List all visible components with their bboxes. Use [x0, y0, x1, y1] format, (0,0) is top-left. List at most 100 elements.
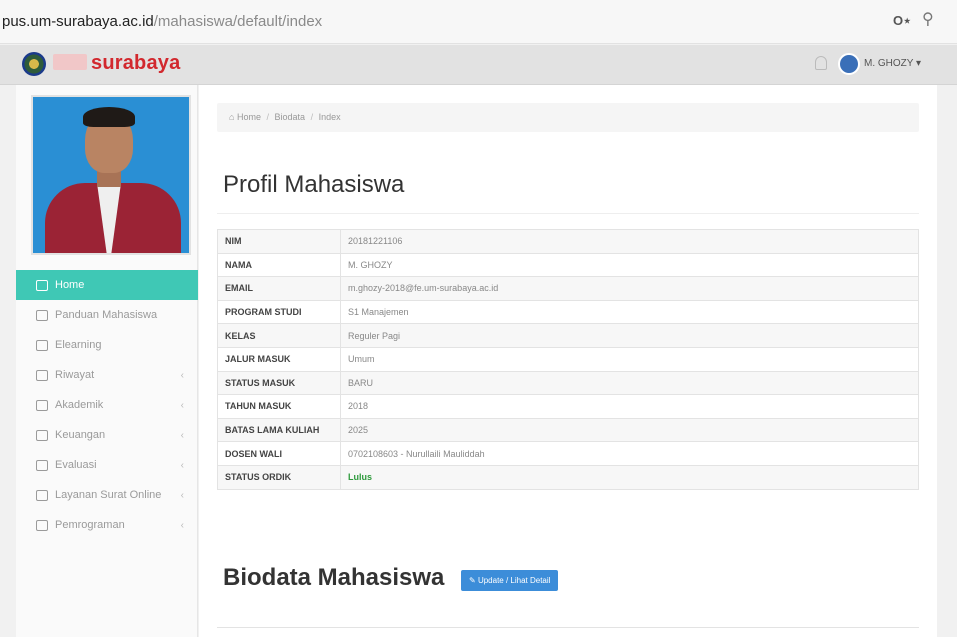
breadcrumb: ⌂ Home / Biodata / Index	[217, 103, 919, 132]
sidebar: Home Panduan Mahasiswa Elearning Riwayat…	[16, 85, 198, 637]
zoom-icon[interactable]: ⚲	[922, 9, 934, 29]
main-content: ⌂ Home / Biodata / Index Profil Mahasisw…	[199, 85, 937, 637]
notification-bell-icon[interactable]	[815, 56, 827, 70]
row-label: KELAS	[217, 323, 341, 348]
url-text[interactable]: pus.um-surabaya.ac.id/mahasiswa/default/…	[2, 13, 322, 30]
breadcrumb-home[interactable]: Home	[237, 112, 261, 122]
row-value: M. GHOZY	[340, 252, 919, 278]
row-value: BARU	[340, 370, 919, 396]
sidebar-item-akademik[interactable]: Akademik ‹	[16, 390, 198, 420]
sidebar-item-evaluasi[interactable]: Evaluasi ‹	[16, 450, 198, 480]
table-row: KELAS Reguler Pagi	[217, 323, 919, 348]
table-row: JALUR MASUK Umum	[217, 346, 919, 372]
row-label: TAHUN MASUK	[217, 394, 341, 419]
table-row: STATUS MASUK BARU	[217, 370, 919, 396]
user-menu[interactable]: M. GHOZY ▾	[864, 58, 921, 69]
row-value: Umum	[340, 346, 919, 372]
sidebar-item-keuangan[interactable]: Keuangan ‹	[16, 420, 198, 450]
url-host: pus.um-surabaya.ac.id	[2, 13, 154, 30]
breadcrumb-separator: /	[310, 112, 314, 122]
table-row: STATUS ORDIK Lulus	[217, 464, 919, 490]
book-icon	[36, 309, 48, 321]
pencil-icon: ✎	[469, 576, 476, 585]
sidebar-nav: Home Panduan Mahasiswa Elearning Riwayat…	[16, 270, 198, 540]
row-label: STATUS MASUK	[217, 370, 341, 396]
user-name: M. GHOZY	[864, 58, 914, 69]
profil-table: NIM 20181221106 NAMA M. GHOZY EMAIL m.ghozy…	[217, 229, 919, 490]
status-ordik-value: Lulus	[340, 464, 919, 490]
row-label: NIM	[217, 229, 341, 254]
row-value: 20181221106	[340, 229, 919, 254]
table-row: TAHUN MASUK 2018	[217, 394, 919, 419]
breadcrumb-section[interactable]: Biodata	[275, 112, 306, 122]
update-detail-button[interactable]: ✎ Update / Lihat Detail	[461, 570, 559, 591]
page-title: Profil Mahasiswa	[223, 171, 405, 198]
row-label: NAMA	[217, 252, 341, 278]
sidebar-item-label: Keuangan	[55, 429, 106, 441]
laptop-icon	[36, 339, 48, 351]
sidebar-item-label: Layanan Surat Online	[55, 489, 162, 501]
row-label: JALUR MASUK	[217, 346, 341, 372]
sidebar-item-panduan-mahasiswa[interactable]: Panduan Mahasiswa	[16, 300, 198, 330]
envelope-icon	[36, 489, 48, 501]
sidebar-item-label: Elearning	[55, 339, 102, 351]
row-label: STATUS ORDIK	[217, 464, 341, 490]
app-header: surabaya M. GHOZY ▾	[0, 45, 957, 85]
breadcrumb-separator: /	[266, 112, 269, 122]
chevron-left-icon: ‹	[180, 400, 184, 411]
student-photo	[31, 95, 191, 255]
sidebar-item-label: Evaluasi	[55, 459, 97, 471]
table-row: NAMA M. GHOZY	[217, 252, 919, 278]
biodata-title: Biodata Mahasiswa	[223, 564, 445, 591]
checklist-icon	[36, 459, 48, 471]
table-row: DOSEN WALI 0702108603 - Nurullaili Maulid…	[217, 441, 919, 466]
breadcrumb-home-icon: ⌂	[229, 112, 235, 122]
user-avatar[interactable]	[838, 53, 860, 75]
wallet-icon	[36, 429, 48, 441]
chevron-left-icon: ‹	[180, 490, 184, 501]
row-value: 2018	[340, 394, 919, 419]
chevron-left-icon: ‹	[180, 370, 184, 381]
sidebar-item-layanan-surat-online[interactable]: Layanan Surat Online ‹	[16, 480, 198, 510]
row-value: Reguler Pagi	[340, 323, 919, 348]
update-button-label: Update / Lihat Detail	[477, 576, 551, 585]
brand-prefix	[53, 54, 87, 70]
sidebar-item-home[interactable]: Home	[16, 270, 198, 300]
breadcrumb-page: Index	[318, 112, 341, 122]
row-value: 2025	[340, 417, 919, 443]
sidebar-item-label: Panduan Mahasiswa	[55, 309, 158, 321]
university-logo-icon[interactable]	[22, 52, 46, 76]
sidebar-item-label: Riwayat	[55, 369, 95, 381]
row-value: 0702108603 - Nurullaili Mauliddah	[340, 441, 919, 466]
row-value: S1 Manajemen	[340, 299, 919, 325]
table-row: PROGRAM STUDI S1 Manajemen	[217, 299, 919, 325]
browser-address-bar[interactable]: pus.um-surabaya.ac.id/mahasiswa/default/…	[0, 0, 957, 44]
row-label: EMAIL	[217, 276, 341, 301]
sidebar-item-label: Akademik	[55, 399, 104, 411]
list-icon	[36, 519, 48, 531]
chevron-left-icon: ‹	[180, 520, 184, 531]
chevron-left-icon: ‹	[180, 460, 184, 471]
home-icon	[36, 279, 48, 291]
sidebar-item-pemrograman[interactable]: Pemrograman ‹	[16, 510, 198, 540]
row-label: DOSEN WALI	[217, 441, 341, 466]
table-row: NIM 20181221106	[217, 229, 919, 254]
biodata-table-peek	[217, 627, 919, 637]
sidebar-item-elearning[interactable]: Elearning	[16, 330, 198, 360]
brand-text: surabaya	[91, 52, 181, 74]
photo-hair	[83, 107, 135, 127]
row-value: m.ghozy-2018@fe.um-surabaya.ac.id	[340, 276, 919, 301]
graduation-icon	[36, 399, 48, 411]
table-row: EMAIL m.ghozy-2018@fe.um-surabaya.ac.id	[217, 276, 919, 301]
key-icon[interactable]: O⋆	[893, 13, 911, 29]
row-label: PROGRAM STUDI	[217, 299, 341, 325]
brand[interactable]: surabaya	[53, 52, 180, 75]
divider	[217, 213, 919, 214]
sidebar-item-riwayat[interactable]: Riwayat ‹	[16, 360, 198, 390]
sidebar-item-label: Pemrograman	[55, 519, 125, 531]
history-icon	[36, 369, 48, 381]
table-row: BATAS LAMA KULIAH 2025	[217, 417, 919, 443]
sidebar-item-label: Home	[55, 279, 85, 291]
chevron-left-icon: ‹	[180, 430, 184, 441]
row-label: BATAS LAMA KULIAH	[217, 417, 341, 443]
